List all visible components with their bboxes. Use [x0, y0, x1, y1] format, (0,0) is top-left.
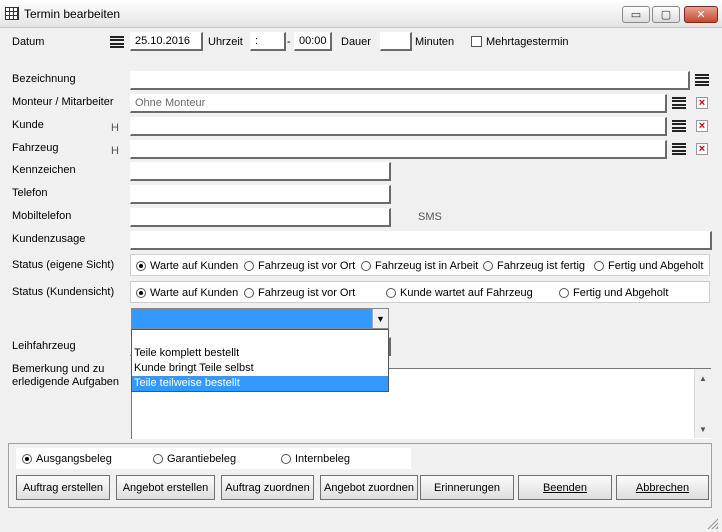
angebot-zuordnen-button[interactable]: Angebot zuordnen	[320, 475, 418, 500]
abbrechen-button[interactable]: Abbrechen	[616, 475, 709, 500]
status-eigen-option-1[interactable]: Warte auf Kunden	[136, 260, 238, 272]
date-picker-icon[interactable]	[110, 36, 124, 48]
resize-grip-icon[interactable]	[706, 517, 718, 529]
datum-input[interactable]: 25.10.2016	[130, 32, 203, 51]
bezeichnung-label: Bezeichnung	[12, 73, 76, 85]
maximize-button[interactable]: ▢	[652, 6, 680, 23]
dropdown-option-komplett[interactable]: Teile komplett bestellt	[132, 346, 388, 361]
kunde-clear-icon[interactable]: ×	[696, 120, 708, 132]
kunde-hint: H	[111, 122, 119, 134]
datum-label: Datum	[12, 36, 45, 48]
kundenzusage-label: Kundenzusage	[12, 233, 86, 245]
beleg-intern-option[interactable]: Internbeleg	[281, 453, 350, 465]
status-eigen-option-4[interactable]: Fahrzeug ist fertig	[483, 260, 585, 272]
status-eigen-option-3[interactable]: Fahrzeug ist in Arbeit	[361, 260, 478, 272]
radio-icon	[244, 261, 254, 271]
erinnerungen-button[interactable]: Erinnerungen	[420, 475, 514, 500]
leihfahrzeug-label: Leihfahrzeug	[12, 340, 76, 352]
mobiltelefon-label: Mobiltelefon	[12, 210, 72, 222]
mehrtagestermin-label: Mehrtagestermin	[486, 36, 569, 48]
fahrzeug-clear-icon[interactable]: ×	[696, 143, 708, 155]
radio-icon	[483, 261, 493, 271]
status-eigen-group: Warte auf Kunden Fahrzeug ist vor Ort Fa…	[130, 254, 710, 276]
dropdown-arrow-icon[interactable]: ▼	[372, 309, 388, 328]
sms-label: SMS	[418, 211, 442, 223]
dropdown-option-selbst[interactable]: Kunde bringt Teile selbst	[132, 361, 388, 376]
teile-status-dropdown[interactable]: ▼	[131, 308, 389, 329]
dropdown-option-teilweise[interactable]: Teile teilweise bestellt	[132, 376, 388, 391]
mobiltelefon-input[interactable]	[130, 208, 391, 227]
kennzeichen-input[interactable]	[130, 162, 391, 181]
beleg-ausgang-option[interactable]: Ausgangsbeleg	[22, 453, 112, 465]
dauer-label: Dauer	[341, 36, 371, 48]
dauer-input[interactable]	[380, 32, 412, 51]
window-title: Termin bearbeiten	[24, 7, 121, 21]
fahrzeug-hint: H	[111, 145, 119, 157]
radio-icon	[361, 261, 371, 271]
monteur-input[interactable]: Ohne Monteur	[130, 94, 667, 113]
beenden-button[interactable]: Beenden	[518, 475, 612, 500]
status-kunde-option-3[interactable]: Kunde wartet auf Fahrzeug	[386, 287, 533, 299]
calendar-icon	[5, 7, 19, 20]
telefon-input[interactable]	[130, 185, 391, 204]
minimize-button[interactable]: ▭	[622, 6, 650, 23]
radio-icon	[559, 288, 569, 298]
bezeichnung-list-icon[interactable]	[695, 74, 709, 86]
kunde-list-icon[interactable]	[672, 120, 686, 132]
status-eigen-option-2[interactable]: Fahrzeug ist vor Ort	[244, 260, 355, 272]
status-eigen-label: Status (eigene Sicht)	[12, 259, 115, 271]
start-time-input[interactable]: :	[250, 32, 286, 51]
bemerkung-label-line1: Bemerkung und zu	[12, 363, 105, 375]
auftrag-erstellen-button[interactable]: Auftrag erstellen	[16, 475, 110, 500]
radio-selected-icon	[22, 454, 32, 464]
radio-icon	[153, 454, 163, 464]
scroll-down-icon[interactable]: ▼	[695, 421, 711, 437]
close-button[interactable]: ✕	[684, 6, 718, 23]
kunde-label: Kunde	[12, 119, 44, 131]
telefon-label: Telefon	[12, 187, 48, 199]
beleg-group: Ausgangsbeleg Garantiebeleg Internbeleg	[16, 448, 411, 469]
kennzeichen-label: Kennzeichen	[12, 164, 76, 176]
status-kunde-label: Status (Kundensicht)	[12, 286, 115, 298]
kunde-input[interactable]	[130, 117, 667, 136]
teile-status-dropdown-list: Teile komplett bestellt Kunde bringt Tei…	[131, 329, 389, 392]
monteur-list-icon[interactable]	[672, 97, 686, 109]
status-kunde-option-4[interactable]: Fertig und Abgeholt	[559, 287, 668, 299]
status-kunde-option-2[interactable]: Fahrzeug ist vor Ort	[244, 287, 355, 299]
bemerkung-scrollbar[interactable]: ▲ ▼	[694, 369, 711, 438]
title-bar: Termin bearbeiten ▭ ▢ ✕	[0, 0, 722, 28]
angebot-erstellen-button[interactable]: Angebot erstellen	[116, 475, 215, 500]
radio-icon	[281, 454, 291, 464]
bemerkung-label-line2: erledigende Aufgaben	[12, 376, 120, 388]
radio-selected-icon	[136, 261, 146, 271]
radio-icon	[244, 288, 254, 298]
mehrtagestermin-checkbox[interactable]	[471, 36, 482, 47]
radio-icon	[594, 261, 604, 271]
time-separator: -	[287, 36, 291, 48]
fahrzeug-label: Fahrzeug	[12, 142, 59, 154]
radio-selected-icon	[136, 288, 146, 298]
monteur-label: Monteur / Mitarbeiter	[12, 96, 114, 108]
monteur-clear-icon[interactable]: ×	[696, 97, 708, 109]
status-eigen-option-5[interactable]: Fertig und Abgeholt	[594, 260, 703, 272]
beleg-garantie-option[interactable]: Garantiebeleg	[153, 453, 236, 465]
status-kunde-group: Warte auf Kunden Fahrzeug ist vor Ort Ku…	[130, 281, 710, 303]
scroll-up-icon[interactable]: ▲	[695, 370, 711, 386]
uhrzeit-label: Uhrzeit	[208, 36, 243, 48]
minuten-label: Minuten	[415, 36, 455, 48]
fahrzeug-list-icon[interactable]	[672, 143, 686, 155]
kundenzusage-input[interactable]	[130, 231, 712, 250]
radio-icon	[386, 288, 396, 298]
status-kunde-option-1[interactable]: Warte auf Kunden	[136, 287, 238, 299]
auftrag-zuordnen-button[interactable]: Auftrag zuordnen	[221, 475, 314, 500]
end-time-input[interactable]: 00:00	[294, 32, 332, 51]
dropdown-option-empty[interactable]	[132, 330, 388, 345]
fahrzeug-input[interactable]	[130, 140, 667, 159]
bezeichnung-input[interactable]	[130, 71, 690, 90]
